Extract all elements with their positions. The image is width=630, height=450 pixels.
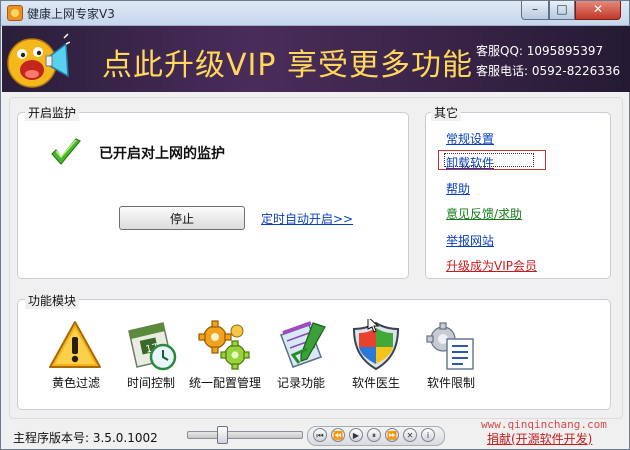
scheduled-start-link[interactable]: 定时自动开启>> <box>261 210 353 227</box>
app-lock-icon[interactable] <box>423 319 479 371</box>
checkmark-icon <box>51 138 81 165</box>
link-upgrade-vip[interactable]: 升级成为VIP会员 <box>446 257 537 274</box>
module-label-software-restrict[interactable]: 软件限制 <box>413 377 489 389</box>
app-icon <box>7 5 23 21</box>
title-bar[interactable]: 健康上网专家V3 – □ ✕ <box>1 1 629 26</box>
version-text: 主程序版本号: 3.5.0.1002 <box>13 431 158 445</box>
player-forward-icon[interactable]: ⏩ <box>385 428 399 442</box>
modules-panel-title: 功能模块 <box>25 292 80 309</box>
link-feedback[interactable]: 意见反馈/求助 <box>446 205 522 222</box>
player-play-icon[interactable]: ▶ <box>349 428 363 442</box>
volume-slider-thumb[interactable] <box>217 426 229 444</box>
player-first-icon[interactable]: ⏮ <box>313 428 327 442</box>
link-uninstall[interactable]: 卸载软件 <box>446 154 494 171</box>
stop-button[interactable]: 停止 <box>119 206 245 230</box>
module-label-unified-config[interactable]: 统一配置管理 <box>187 377 263 389</box>
shield-icon[interactable] <box>348 319 404 371</box>
module-label-software-doctor[interactable]: 软件医生 <box>338 377 414 389</box>
module-label-logging[interactable]: 记录功能 <box>263 377 339 389</box>
volume-slider-track[interactable] <box>187 431 303 439</box>
support-qq: 客服QQ: 1095895397 <box>476 44 604 58</box>
notebook-icon[interactable] <box>273 319 329 371</box>
monitor-panel-title: 开启监护 <box>25 104 80 121</box>
support-phone: 客服电话: 0592-8226336 <box>476 64 621 78</box>
player-pause-icon[interactable]: ⏸ <box>367 428 381 442</box>
link-general-settings[interactable]: 常规设置 <box>446 130 494 147</box>
vip-banner[interactable]: 点此升级VIP 享受更多功能 客服QQ: 1095895397 客服电话: 05… <box>2 26 630 92</box>
clock-calendar-icon[interactable]: 17 <box>123 319 179 371</box>
monitor-status-text: 已开启对上网的监护 <box>99 146 225 162</box>
link-report-site[interactable]: 举报网站 <box>446 232 494 249</box>
warning-icon[interactable] <box>47 319 103 371</box>
minimize-button[interactable]: – <box>521 1 549 20</box>
app-window: 健康上网专家V3 – □ ✕ 点此升级VIP 享受更多功能 客服QQ: 1095… <box>0 0 630 450</box>
maximize-button[interactable]: □ <box>549 1 575 20</box>
player-info-icon[interactable]: i <box>421 428 435 442</box>
donate-link[interactable]: 捐献(开源软件开发) <box>487 430 592 447</box>
module-label-adult-filter[interactable]: 黄色过滤 <box>38 377 114 389</box>
close-button[interactable]: ✕ <box>575 1 621 20</box>
other-panel-title: 其它 <box>431 104 462 121</box>
player-rewind-icon[interactable]: ⏪ <box>331 428 345 442</box>
mascot-megaphone-icon <box>7 33 70 88</box>
link-help[interactable]: 帮助 <box>446 180 470 197</box>
vip-upgrade-slogan[interactable]: 点此升级VIP 享受更多功能 <box>102 40 473 84</box>
gears-icon[interactable] <box>197 319 253 371</box>
window-title: 健康上网专家V3 <box>27 7 115 21</box>
module-label-time-control[interactable]: 时间控制 <box>113 377 189 389</box>
player-stop-icon[interactable]: ✕ <box>403 428 417 442</box>
